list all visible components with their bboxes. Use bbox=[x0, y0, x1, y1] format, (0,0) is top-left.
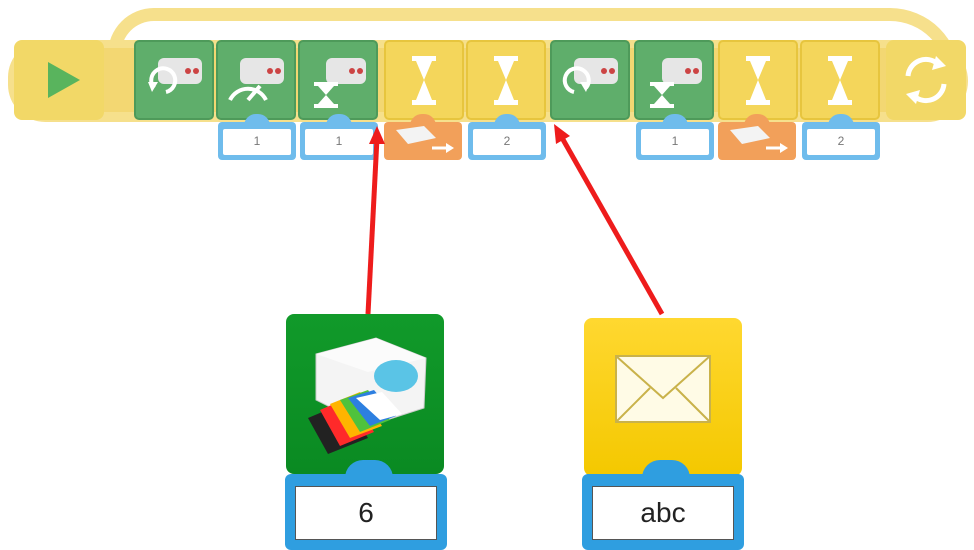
arrow-head bbox=[369, 126, 385, 144]
annotation-arrows bbox=[365, 124, 665, 316]
arrow-to-sensor-slot bbox=[365, 137, 380, 315]
arrow-to-message-slot bbox=[558, 134, 665, 316]
